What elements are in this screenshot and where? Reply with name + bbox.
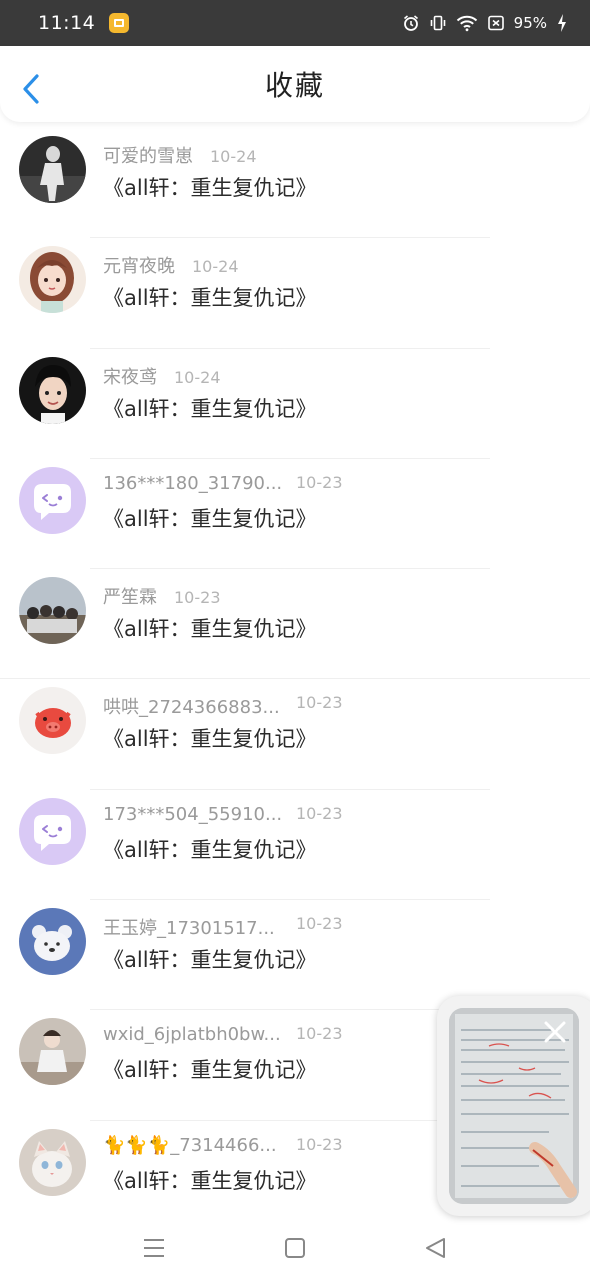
date: 10-23 (296, 1024, 343, 1044)
list-item[interactable]: 可爱的雪崽 10-24 《all轩：重生复仇记》 (0, 128, 590, 239)
item-title[interactable]: 《all轩：重生复仇记》 (103, 613, 317, 643)
item-title[interactable]: 《all轩：重生复仇记》 (103, 834, 317, 864)
date: 10-23 (296, 693, 343, 713)
chevron-left-icon[interactable] (18, 72, 46, 106)
item-title[interactable]: 《all轩：重生复仇记》 (103, 393, 317, 423)
avatar[interactable] (19, 356, 86, 424)
username: 可爱的雪崽 (103, 146, 193, 167)
avatar[interactable] (19, 246, 86, 314)
header-bar: 收藏 (0, 46, 590, 122)
battery-saver-icon (487, 15, 504, 31)
status-time: 11:14 (38, 12, 96, 34)
avatar[interactable] (19, 908, 86, 976)
item-title[interactable]: 《all轩：重生复仇记》 (103, 944, 317, 974)
page-title: 收藏 (264, 69, 325, 102)
username: 严笙霖 (103, 587, 157, 609)
avatar[interactable] (19, 1018, 86, 1086)
date: 10-24 (192, 257, 239, 277)
item-title[interactable]: 《all轩：重生复仇记》 (103, 723, 317, 753)
item-title[interactable]: 《all轩：重生复仇记》 (103, 172, 317, 202)
username: 136***180_31790... (103, 472, 283, 494)
avatar[interactable] (19, 577, 86, 645)
list-item[interactable]: 元宵夜晚 10-24 《all轩：重生复仇记》 (0, 238, 590, 349)
avatar[interactable] (19, 136, 86, 203)
list-item[interactable]: 王玉婷_17301517... 10-23 《all轩：重生复仇记》 (0, 900, 590, 1011)
username: 173***504_55910... (103, 803, 283, 825)
item-title[interactable]: 《all轩：重生复仇记》 (103, 1165, 317, 1195)
date: 10-24 (210, 147, 257, 166)
username: 王玉婷_17301517... (103, 918, 275, 940)
close-icon[interactable] (543, 1020, 567, 1044)
username: 元宵夜晚 (103, 256, 175, 278)
vibrate-icon (430, 15, 445, 31)
avatar[interactable] (19, 466, 86, 534)
username: 宋夜鸢 (103, 366, 157, 388)
item-title[interactable]: 《all轩：重生复仇记》 (103, 282, 317, 312)
list-item[interactable]: 哄哄_2724366883... 10-23 《all轩：重生复仇记》 (0, 679, 590, 790)
avatar[interactable] (19, 797, 86, 865)
home-square-icon[interactable] (281, 1234, 309, 1262)
app-notification-icon (109, 13, 130, 33)
back-triangle-icon[interactable] (422, 1234, 450, 1262)
username: wxid_6jplatbh0bw... (103, 1024, 281, 1046)
alarm-icon (403, 15, 418, 31)
avatar[interactable] (19, 687, 86, 755)
list-item[interactable]: 严笙霖 10-23 《all轩：重生复仇记》 (0, 569, 590, 680)
date: 10-23 (296, 1134, 343, 1154)
system-nav-bar (0, 1218, 590, 1280)
username: 🐈🐈🐈_7314466... (103, 1134, 277, 1156)
date: 10-23 (296, 472, 343, 492)
date: 10-23 (174, 588, 221, 608)
avatar[interactable] (19, 1128, 86, 1196)
date: 10-23 (296, 803, 343, 823)
username: 哄哄_2724366883... (103, 697, 280, 719)
item-title[interactable]: 《all轩：重生复仇记》 (103, 1054, 317, 1084)
item-title[interactable]: 《all轩：重生复仇记》 (103, 503, 317, 533)
battery-percent: 95% (513, 14, 547, 32)
status-bar: 11:14 95% (0, 0, 590, 46)
menu-icon[interactable] (140, 1234, 168, 1262)
list-item[interactable]: 136***180_31790... 10-23 《all轩：重生复仇记》 (0, 459, 590, 570)
date: 10-24 (174, 367, 221, 387)
floating-window[interactable] (437, 996, 590, 1216)
list-item[interactable]: 173***504_55910... 10-23 《all轩：重生复仇记》 (0, 790, 590, 901)
charging-icon (558, 14, 566, 32)
date: 10-23 (296, 914, 343, 934)
wifi-icon (456, 15, 477, 32)
list-item[interactable]: 宋夜鸢 10-24 《all轩：重生复仇记》 (0, 349, 590, 459)
